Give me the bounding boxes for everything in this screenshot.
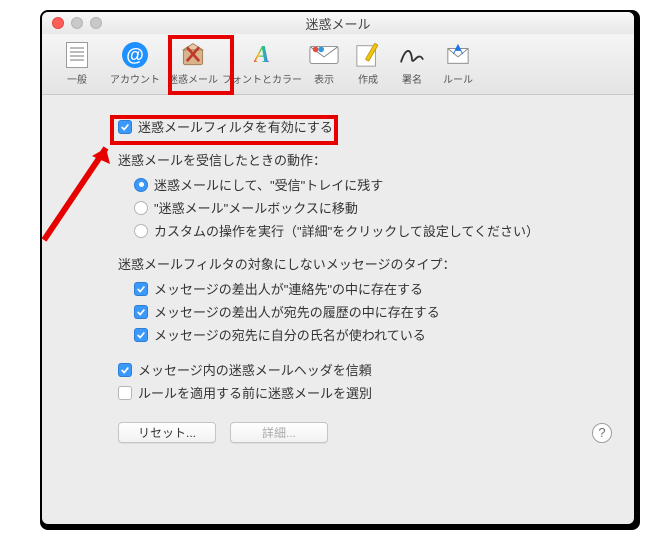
toolbar-fonts[interactable]: A フォントとカラー bbox=[222, 38, 302, 88]
window-title: 迷惑メール bbox=[42, 14, 634, 33]
compose-icon bbox=[353, 41, 383, 69]
toolbar-compose[interactable]: 作成 bbox=[346, 38, 390, 88]
behavior-radio-leave-in-inbox[interactable] bbox=[134, 178, 148, 192]
exempt-heading: 迷惑メールフィルタの対象にしないメッセージのタイプ： bbox=[118, 254, 612, 273]
apply-rules-label: ルールを適用する前に迷惑メールを選別 bbox=[138, 383, 372, 402]
advanced-button: 詳細... bbox=[230, 422, 328, 443]
toolbar-signatures[interactable]: 署名 bbox=[390, 38, 434, 88]
behavior-heading: 迷惑メールを受信したときの動作： bbox=[118, 150, 612, 169]
toolbar-viewing[interactable]: 表示 bbox=[302, 38, 346, 88]
junk-mail-pane: 迷惑メールフィルタを有効にする 迷惑メールを受信したときの動作： 迷惑メールにし… bbox=[42, 95, 634, 524]
account-icon: @ bbox=[120, 41, 150, 69]
toolbar-junk[interactable]: 迷惑メール bbox=[164, 38, 222, 88]
titlebar: 迷惑メール bbox=[42, 12, 634, 34]
exempt-label-0: メッセージの差出人が"連絡先"の中に存在する bbox=[154, 279, 423, 298]
signature-icon bbox=[397, 41, 427, 69]
arrow-icon bbox=[24, 130, 124, 250]
preferences-window: 迷惑メール 一般 @ アカウント bbox=[42, 12, 634, 524]
general-icon bbox=[62, 41, 92, 69]
toolbar-accounts[interactable]: @ アカウント bbox=[106, 38, 164, 88]
toolbar-rules[interactable]: ルール bbox=[434, 38, 482, 88]
behavior-label-2: カスタムの操作を実行（"詳細"をクリックして設定してください） bbox=[154, 221, 539, 240]
apply-rules-checkbox[interactable] bbox=[118, 386, 132, 400]
toolbar: 一般 @ アカウント 迷惑メール A フォントとカラ bbox=[42, 34, 634, 95]
help-button[interactable]: ? bbox=[592, 423, 612, 443]
reset-button[interactable]: リセット... bbox=[118, 422, 216, 443]
behavior-radio-custom[interactable] bbox=[134, 224, 148, 238]
exempt-label-2: メッセージの宛先に自分の氏名が使われている bbox=[154, 325, 426, 344]
behavior-label-0: 迷惑メールにして、"受信"トレイに残す bbox=[154, 175, 383, 194]
exempt-checkbox-contacts[interactable] bbox=[134, 282, 148, 296]
toolbar-general[interactable]: 一般 bbox=[48, 38, 106, 88]
exempt-checkbox-previous[interactable] bbox=[134, 305, 148, 319]
exempt-label-1: メッセージの差出人が宛先の履歴の中に存在する bbox=[154, 302, 440, 321]
behavior-label-1: "迷惑メール"メールボックスに移動 bbox=[154, 198, 358, 217]
behavior-radio-move-to-junk[interactable] bbox=[134, 201, 148, 215]
rules-icon bbox=[443, 41, 473, 69]
font-icon: A bbox=[247, 41, 277, 69]
trust-header-checkbox[interactable] bbox=[118, 363, 132, 377]
junk-icon bbox=[178, 41, 208, 69]
exempt-checkbox-fullname[interactable] bbox=[134, 328, 148, 342]
enable-junk-filter-label: 迷惑メールフィルタを有効にする bbox=[138, 117, 333, 136]
trust-header-label: メッセージ内の迷惑メールヘッダを信頼 bbox=[138, 360, 372, 379]
view-icon bbox=[309, 41, 339, 69]
